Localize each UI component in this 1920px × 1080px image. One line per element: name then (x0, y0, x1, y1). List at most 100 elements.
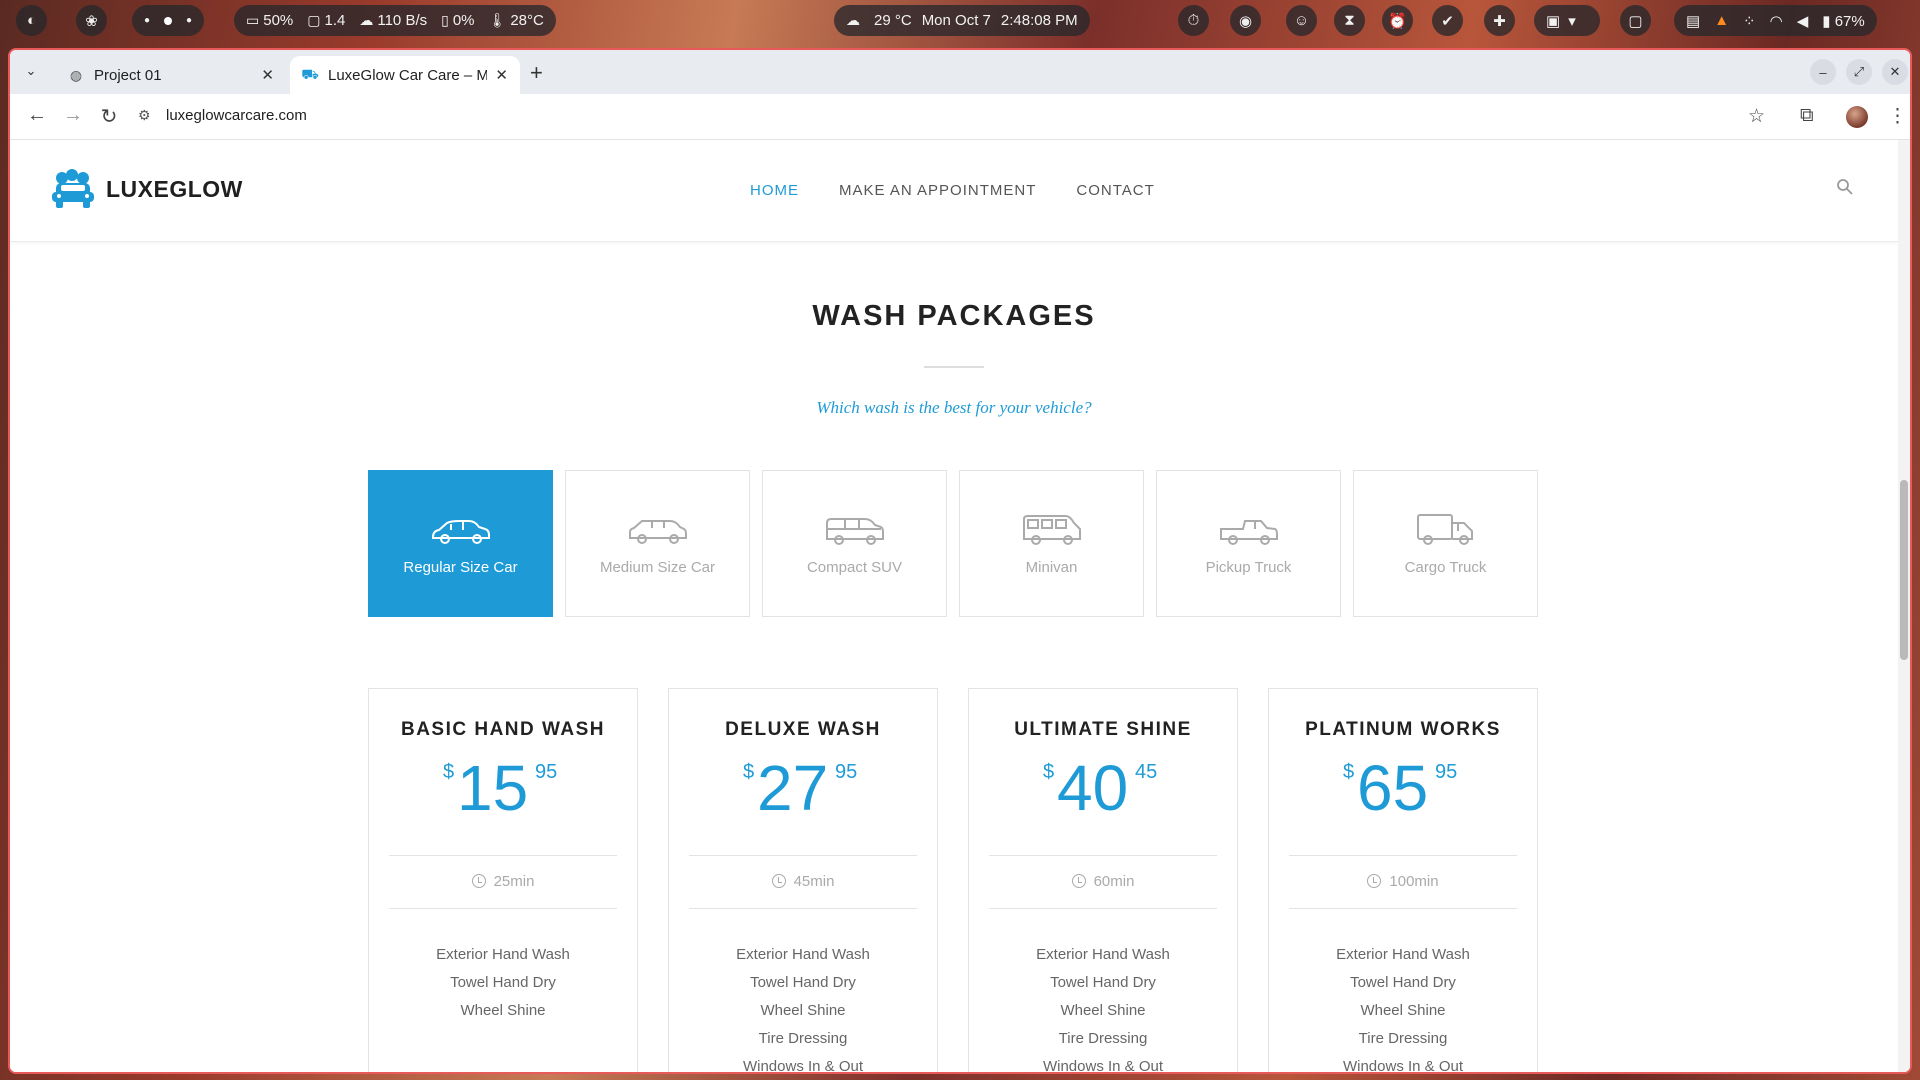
profile-avatar[interactable] (1846, 106, 1868, 128)
restore-icon[interactable]: ⤢ (1846, 59, 1872, 85)
vehicle-tab-compact-suv[interactable]: Compact SUV (762, 470, 947, 617)
menu-dots-icon[interactable]: ⋮ (1888, 105, 1907, 128)
feature-item: Wheel Shine (460, 1002, 546, 1019)
system-monitor[interactable]: ▭ 50% ▢ 1.4 ☁ 110 B/s ▯ 0% 🌡 28°C (234, 5, 556, 36)
back-icon[interactable]: ← (24, 104, 50, 127)
vehicle-tab-medium-size-car[interactable]: Medium Size Car (565, 470, 750, 617)
browser-window: ⌄ ◍ Project 01 ✕ ⛟ LuxeGlow Car Care – M… (8, 48, 1912, 1074)
clock-icon (471, 874, 486, 888)
price-currency: $ (443, 761, 455, 783)
bookmark-star-icon[interactable]: ☆ (1748, 105, 1765, 128)
feature-item: Tire Dressing (1358, 1030, 1448, 1047)
price-dollars: 27 (757, 752, 829, 824)
thermometer-icon: 🌡 (488, 12, 507, 28)
price-currency: $ (1343, 761, 1355, 783)
package-duration: 45min (669, 856, 937, 908)
close-icon[interactable]: ✕ (495, 66, 508, 84)
price-currency: $ (743, 761, 755, 783)
launcher-icon[interactable]: ◐ (16, 5, 47, 36)
site-logo[interactable]: LUXEGLOW (50, 168, 243, 210)
nav-contact[interactable]: CONTACT (1076, 182, 1154, 199)
tree-icon[interactable]: ❀ (76, 5, 107, 36)
cpu-value: 50% (263, 12, 294, 29)
section-title: WASH PACKAGES (812, 300, 1096, 332)
package-card-basic-hand-wash[interactable]: BASIC HAND WASH $ 15 95 25min Exterior H… (368, 688, 638, 1072)
flame-icon: ▲ (1714, 12, 1730, 29)
address-bar[interactable]: luxeglowcarcare.com (166, 107, 307, 124)
minimize-icon[interactable]: – (1810, 59, 1836, 85)
site-header: LUXEGLOW HOME MAKE AN APPOINTMENT CONTAC… (10, 140, 1898, 242)
suv-icon (825, 518, 884, 545)
package-price: $ 40 45 (969, 751, 1237, 831)
ghost-icon[interactable]: ☺ (1286, 5, 1317, 36)
weather-value: 29 °C (874, 12, 912, 29)
system-tray[interactable]: ▤ ▲ ⁘ ◠ ◀ ▮ 67% (1674, 5, 1877, 36)
car-wash-favicon-icon: ⛟ (301, 65, 319, 82)
forward-icon[interactable]: → (60, 104, 86, 127)
disk-icon: ▯ (441, 12, 449, 28)
check-icon[interactable]: ✔ (1432, 5, 1463, 36)
feature-item: Towel Hand Dry (450, 974, 556, 991)
section-subtitle: Which wash is the best for your vehicle? (816, 398, 1092, 417)
eye-icon[interactable]: ◉ (1230, 5, 1261, 36)
feature-item: Exterior Hand Wash (736, 946, 870, 963)
nav-home[interactable]: HOME (750, 182, 799, 199)
package-name: PLATINUM WORKS (1305, 719, 1501, 740)
network-value: 110 B/s (377, 12, 428, 29)
cpu-icon: ▭ (246, 12, 260, 28)
page-content: LUXEGLOW HOME MAKE AN APPOINTMENT CONTAC… (10, 140, 1910, 1072)
window-close-icon[interactable]: ✕ (1882, 59, 1908, 85)
package-duration: 25min (369, 856, 637, 908)
package-card-platinum-works[interactable]: PLATINUM WORKS $ 65 95 100min Exterior H… (1268, 688, 1538, 1072)
clock-weather[interactable]: ☁ 29 °C Mon Oct 7 2:48:08 PM (834, 5, 1090, 36)
package-price: $ 65 95 (1269, 751, 1537, 831)
page-scrollbar[interactable] (1898, 140, 1910, 1072)
vehicle-tab-label: Pickup Truck (1205, 559, 1292, 576)
site-settings-icon[interactable]: ⚙ (138, 107, 151, 124)
price-cents: 95 (835, 761, 858, 783)
tab-search-chevron-icon[interactable]: ⌄ (18, 58, 44, 84)
timer-icon[interactable]: ⏱ (1178, 5, 1209, 36)
package-duration: 60min (969, 856, 1237, 908)
sedan-icon (431, 520, 490, 544)
load-icon: ▢ (307, 12, 321, 28)
price-cents: 95 (535, 761, 558, 783)
feature-list: Exterior Hand Wash Towel Hand Dry Wheel … (1269, 941, 1537, 1072)
package-card-deluxe-wash[interactable]: DELUXE WASH $ 27 95 45min Exterior Hand … (668, 688, 938, 1072)
extensions-icon[interactable]: ⧉ (1800, 105, 1814, 127)
apps-grid-icon: ⁘ (1743, 12, 1756, 30)
vehicle-tab-cargo-truck[interactable]: Cargo Truck (1353, 470, 1538, 617)
wifi-icon: ◠ (1769, 12, 1783, 30)
extension-icon[interactable]: ✚ (1484, 5, 1515, 36)
nav-make-appointment[interactable]: MAKE AN APPOINTMENT (839, 182, 1036, 199)
temp-value: 28°C (510, 12, 544, 29)
vehicle-tab-label: Medium Size Car (599, 559, 716, 576)
workspace-indicator[interactable]: ● ● (132, 5, 204, 36)
memory-icon: ▤ (1686, 12, 1701, 30)
clipboard-icon[interactable]: ▢ (1620, 5, 1651, 36)
divider (1289, 908, 1517, 909)
new-tab-icon[interactable]: + (530, 60, 543, 86)
search-icon[interactable] (1836, 178, 1854, 196)
package-name: ULTIMATE SHINE (1014, 719, 1192, 740)
vehicle-tab-label: Minivan (1025, 559, 1078, 576)
vehicle-tab-regular-size-car[interactable]: Regular Size Car (368, 470, 553, 617)
alarm-icon[interactable]: ⏰ (1382, 5, 1413, 36)
screenshot-menu[interactable]: ▣ ▾ (1534, 5, 1600, 36)
feature-item: Towel Hand Dry (1350, 974, 1456, 991)
package-card-ultimate-shine[interactable]: ULTIMATE SHINE $ 40 45 60min Exterior Ha… (968, 688, 1238, 1072)
vehicle-tab-label: Compact SUV (806, 559, 903, 576)
divider (689, 908, 917, 909)
reload-icon[interactable]: ↻ (96, 104, 122, 129)
tab-project-01[interactable]: ◍ Project 01 ✕ (56, 56, 286, 94)
vehicle-tab-minivan[interactable]: Minivan (959, 470, 1144, 617)
divider (989, 908, 1217, 909)
vehicle-tab-pickup-truck[interactable]: Pickup Truck (1156, 470, 1341, 617)
close-icon[interactable]: ✕ (261, 66, 274, 84)
tab-luxeglow[interactable]: ⛟ LuxeGlow Car Care – Mo ✕ (290, 56, 520, 94)
disk-value: 0% (452, 12, 475, 29)
battery-icon: ▮ (1822, 12, 1831, 30)
hourglass-icon[interactable]: ⧗ (1334, 5, 1365, 36)
duration-value: 45min (793, 873, 835, 890)
scrollbar-thumb[interactable] (1900, 480, 1908, 660)
